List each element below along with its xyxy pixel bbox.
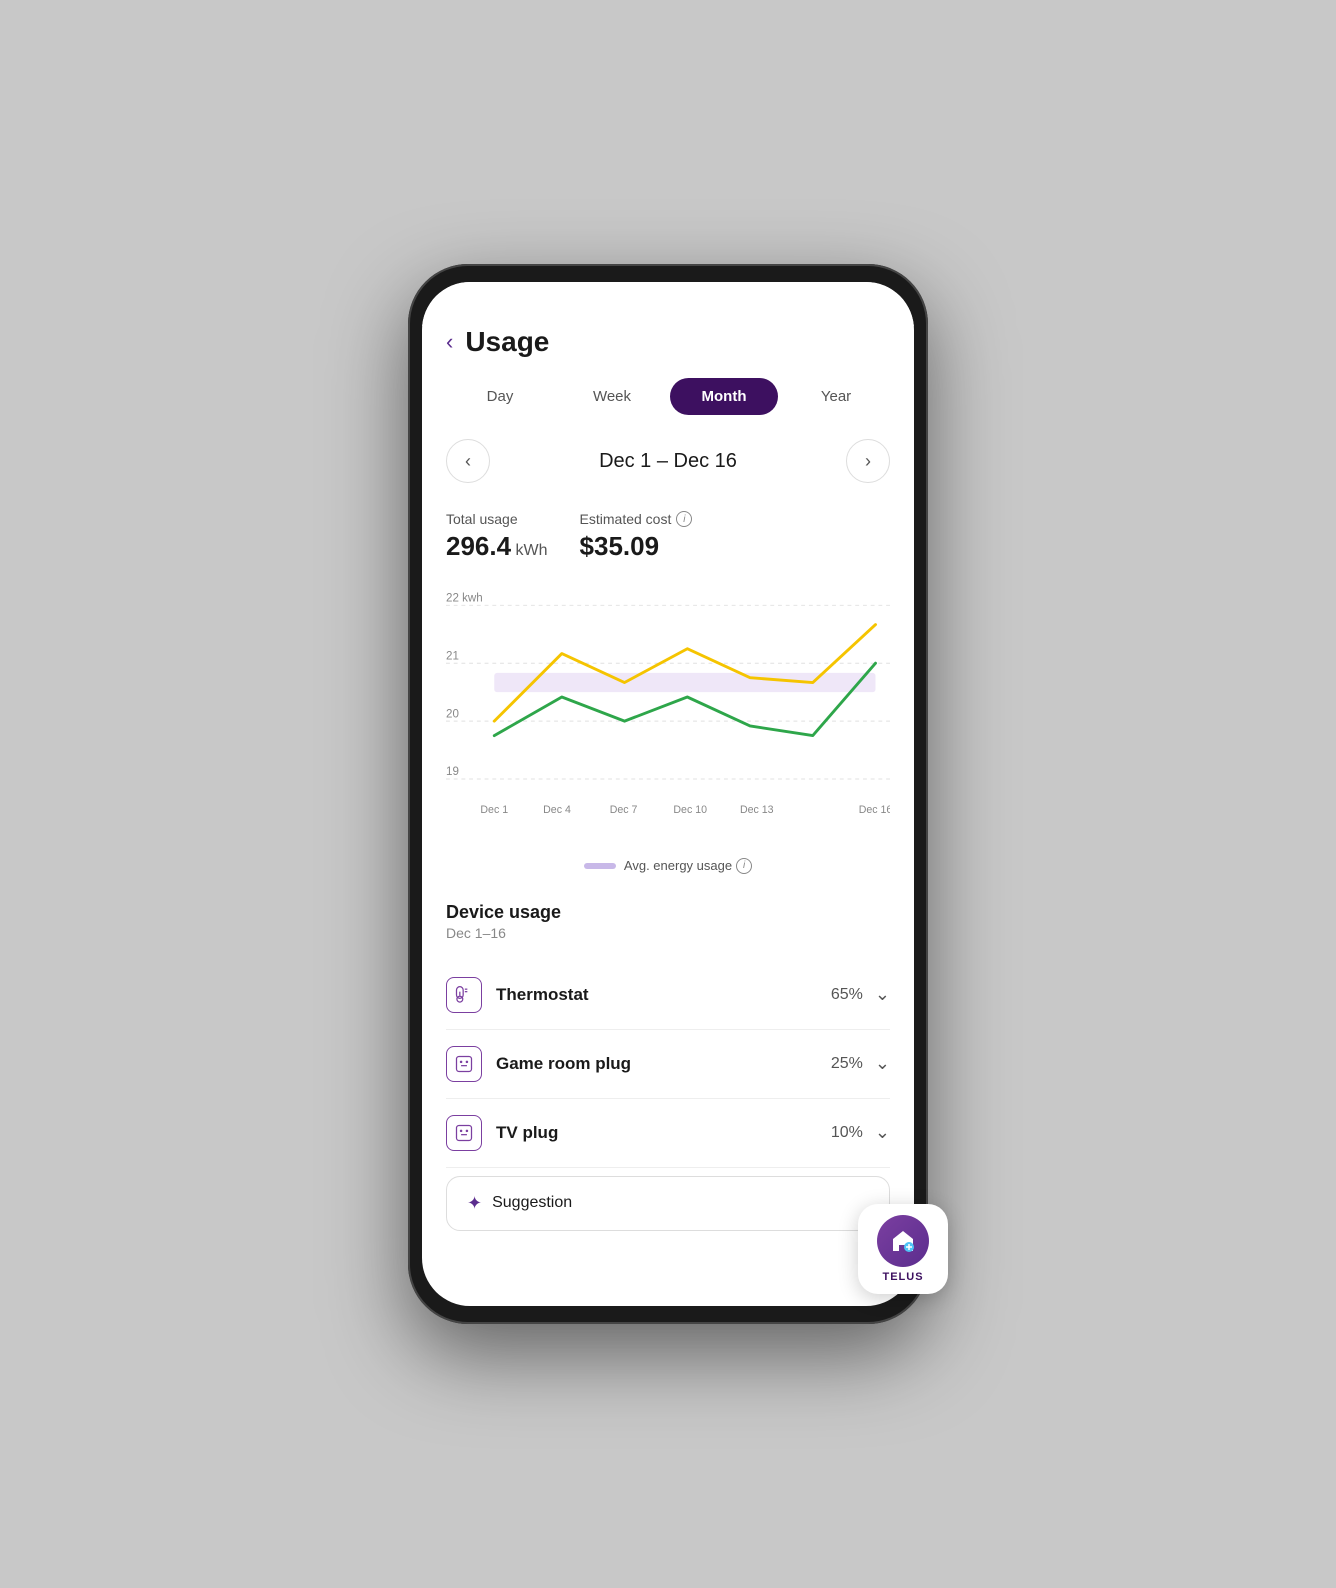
cost-info-icon[interactable]: i xyxy=(676,511,692,527)
usage-value: 296.4 kWh xyxy=(446,531,548,562)
phone-screen: ‹ Usage Day Week Month Year ‹ Dec 1 – De… xyxy=(422,282,914,1306)
status-bar xyxy=(422,282,914,326)
content-area: ‹ Usage Day Week Month Year ‹ Dec 1 – De… xyxy=(422,326,914,1306)
suggestion-text: Suggestion xyxy=(492,1194,572,1212)
svg-text:Dec 4: Dec 4 xyxy=(543,804,571,816)
telus-home-icon xyxy=(887,1225,919,1257)
svg-text:Dec 10: Dec 10 xyxy=(673,804,707,816)
device-item-tv-plug[interactable]: TV plug 10% ⌄ xyxy=(446,1099,890,1168)
usage-label: Total usage xyxy=(446,511,548,527)
usage-chart: 22 kwh 21 20 19 Dec 1 Dec 4 Dec 7 Dec 10 xyxy=(446,586,890,837)
thermostat-icon xyxy=(454,985,474,1005)
telus-badge: TELUS xyxy=(858,1204,948,1294)
tab-year[interactable]: Year xyxy=(782,378,890,415)
thermostat-pct: 65% xyxy=(831,986,863,1004)
svg-text:Dec 1: Dec 1 xyxy=(480,804,508,816)
svg-text:Dec 7: Dec 7 xyxy=(610,804,638,816)
chart-container: 22 kwh 21 20 19 Dec 1 Dec 4 Dec 7 Dec 10 xyxy=(446,586,890,842)
suggestion-bar[interactable]: ✦ Suggestion xyxy=(446,1176,890,1231)
svg-text:22 kwh: 22 kwh xyxy=(446,592,483,604)
date-prev-button[interactable]: ‹ xyxy=(446,439,490,483)
game-room-plug-chevron: ⌄ xyxy=(875,1053,890,1074)
game-room-plug-name: Game room plug xyxy=(496,1054,831,1074)
legend-info-icon[interactable]: i xyxy=(736,858,752,874)
sparkle-icon: ✦ xyxy=(467,1193,482,1214)
device-item-thermostat[interactable]: Thermostat 65% ⌄ xyxy=(446,961,890,1030)
tv-plug-chevron: ⌄ xyxy=(875,1122,890,1143)
date-range: Dec 1 – Dec 16 xyxy=(599,450,737,473)
tab-day[interactable]: Day xyxy=(446,378,554,415)
svg-text:Dec 16: Dec 16 xyxy=(859,804,890,816)
phone-wrapper: ‹ Usage Day Week Month Year ‹ Dec 1 – De… xyxy=(408,264,928,1324)
telus-logo xyxy=(877,1215,929,1267)
svg-text:19: 19 xyxy=(446,766,459,778)
stats-row: Total usage 296.4 kWh Estimated cost i $… xyxy=(446,511,890,562)
avg-legend-text: Avg. energy usage i xyxy=(624,858,752,874)
tab-bar: Day Week Month Year xyxy=(446,378,890,415)
tab-month[interactable]: Month xyxy=(670,378,778,415)
telus-label: TELUS xyxy=(882,1271,923,1283)
page-title: Usage xyxy=(465,326,549,358)
device-item-game-room-plug[interactable]: Game room plug 25% ⌄ xyxy=(446,1030,890,1099)
game-room-plug-icon-wrap xyxy=(446,1046,482,1082)
thermostat-chevron: ⌄ xyxy=(875,984,890,1005)
date-nav: ‹ Dec 1 – Dec 16 › xyxy=(446,439,890,483)
date-next-button[interactable]: › xyxy=(846,439,890,483)
svg-text:21: 21 xyxy=(446,650,459,662)
svg-text:20: 20 xyxy=(446,708,459,720)
avg-legend-line xyxy=(584,863,616,869)
device-usage-subtitle: Dec 1–16 xyxy=(446,925,890,941)
estimated-cost-block: Estimated cost i $35.09 xyxy=(580,511,693,562)
cost-value: $35.09 xyxy=(580,531,693,562)
cost-label: Estimated cost i xyxy=(580,511,693,527)
header: ‹ Usage xyxy=(446,326,890,358)
tv-plug-icon xyxy=(454,1123,474,1143)
device-usage-title: Device usage xyxy=(446,902,890,923)
thermostat-name: Thermostat xyxy=(496,985,831,1005)
tab-week[interactable]: Week xyxy=(558,378,666,415)
tv-plug-pct: 10% xyxy=(831,1124,863,1142)
device-usage-section: Device usage Dec 1–16 Thermostat xyxy=(446,902,890,1168)
game-room-plug-pct: 25% xyxy=(831,1055,863,1073)
game-room-plug-icon xyxy=(454,1054,474,1074)
thermostat-icon-wrap xyxy=(446,977,482,1013)
tv-plug-name: TV plug xyxy=(496,1123,831,1143)
back-button[interactable]: ‹ xyxy=(446,329,453,355)
tv-plug-icon-wrap xyxy=(446,1115,482,1151)
svg-text:Dec 13: Dec 13 xyxy=(740,804,774,816)
chart-legend: Avg. energy usage i xyxy=(446,858,890,874)
total-usage-block: Total usage 296.4 kWh xyxy=(446,511,548,562)
